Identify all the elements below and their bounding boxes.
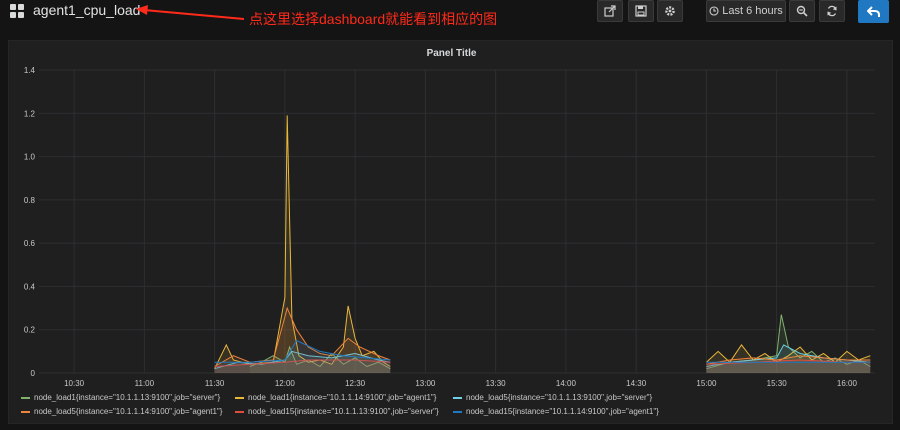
y-tick-label: 1.0: [24, 153, 36, 162]
refresh-button[interactable]: [819, 0, 845, 22]
x-tick-label: 14:30: [626, 379, 647, 386]
cpu-load-chart[interactable]: 0 0.2 0.4 0.6 0.8 1.0 1.2 1.4 10:30 11:00 11:30 12:…: [9, 41, 894, 386]
save-button[interactable]: [628, 0, 654, 22]
legend-swatch: [235, 396, 244, 399]
x-tick-label: 11:30: [205, 379, 225, 386]
legend-label: node_load15{instance="10.1.1.13:9100",jo…: [248, 407, 439, 416]
y-tick-label: 0.2: [24, 326, 36, 335]
time-range-picker[interactable]: Last 6 hours: [706, 0, 786, 22]
series-line: [214, 115, 391, 369]
legend-item[interactable]: node_load1{instance="10.1.1.13:9100",job…: [21, 393, 220, 402]
legend-item[interactable]: node_load15{instance="10.1.1.13:9100",jo…: [235, 407, 439, 416]
legend-label: node_load1{instance="10.1.1.13:9100",job…: [34, 393, 221, 402]
legend-item[interactable]: node_load1{instance="10.1.1.14:9100",job…: [235, 393, 436, 402]
y-tick-label: 1.4: [24, 66, 36, 75]
annotation-arrow: [136, 5, 245, 20]
legend-swatch: [21, 410, 30, 413]
y-tick-label: 0.6: [24, 239, 36, 248]
zoom-out-icon: [796, 5, 808, 17]
legend-label: node_load5{instance="10.1.1.13:9100",job…: [466, 393, 653, 402]
legend-label: node_load1{instance="10.1.1.14:9100",job…: [248, 393, 437, 402]
x-tick-label: 10:30: [64, 379, 85, 386]
legend-swatch: [21, 396, 30, 399]
x-tick-label: 15:30: [767, 379, 788, 386]
refresh-icon: [827, 5, 837, 17]
top-navbar: agent1_cpu_load 点这里选择dashboard就能看到相应的图 L…: [0, 0, 900, 28]
graph-panel: Panel Title 0 0.2 0.4 0.6 0.8 1.0 1.2 1.4 10:30 1…: [8, 40, 893, 424]
x-tick-label: 13:00: [415, 379, 436, 386]
legend-swatch: [453, 396, 462, 399]
legend-item[interactable]: node_load5{instance="10.1.1.14:9100",job…: [21, 407, 222, 416]
save-icon: [635, 5, 647, 17]
dashboard-grid-icon[interactable]: [10, 4, 24, 18]
back-to-dashboard-button[interactable]: [858, 0, 889, 23]
share-icon: [604, 5, 616, 17]
gear-icon: [665, 6, 675, 16]
legend-swatch: [453, 410, 462, 413]
clock-icon: [709, 6, 719, 16]
x-tick-label: 15:00: [696, 379, 717, 386]
x-tick-label: 11:00: [135, 379, 155, 386]
legend-item[interactable]: node_load5{instance="10.1.1.13:9100",job…: [453, 393, 652, 402]
x-tick-label: 12:30: [345, 379, 366, 386]
series-area: [214, 115, 391, 374]
x-tick-label: 12:00: [275, 379, 296, 386]
y-tick-label: 0.4: [24, 282, 36, 291]
legend-swatch: [235, 410, 244, 413]
time-range-label: Last 6 hours: [722, 5, 783, 17]
zoom-out-button[interactable]: [789, 0, 815, 22]
legend-label: node_load5{instance="10.1.1.14:9100",job…: [34, 407, 223, 416]
annotation-text: 点这里选择dashboard就能看到相应的图: [249, 11, 498, 27]
settings-button[interactable]: [657, 0, 683, 22]
back-arrow-icon: [866, 5, 880, 17]
x-tick-label: 13:30: [486, 379, 507, 386]
x-tick-label: 14:00: [556, 379, 577, 386]
share-button[interactable]: [597, 0, 623, 22]
series-area: [706, 362, 871, 373]
y-tick-label: 0.8: [24, 196, 36, 205]
y-tick-label: 0: [31, 369, 36, 378]
y-tick-label: 1.2: [24, 109, 36, 118]
legend-item[interactable]: node_load15{instance="10.1.1.14:9100",jo…: [453, 407, 659, 416]
legend-label: node_load15{instance="10.1.1.14:9100",jo…: [466, 407, 659, 416]
x-tick-label: 16:00: [837, 379, 858, 386]
dashboard-title[interactable]: agent1_cpu_load: [33, 2, 140, 18]
